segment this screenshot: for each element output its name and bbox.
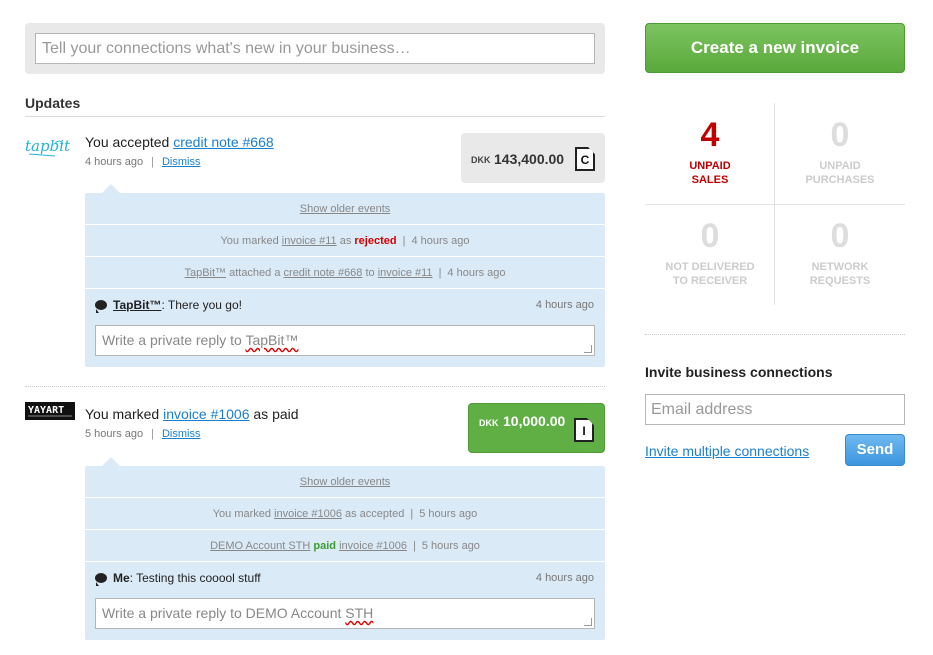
invite-multiple-link[interactable]: Invite multiple connections	[645, 443, 809, 459]
tapbit-logo: tapbit	[25, 137, 71, 157]
reply-area: Write a private reply to DEMO Account ST…	[85, 596, 605, 640]
event-thread: Show older events You marked invoice #11…	[85, 184, 605, 367]
reply-area: Write a private reply to TapBit™	[85, 323, 605, 367]
invoice-link[interactable]: invoice #1006	[339, 540, 407, 552]
update-time: 4 hours ago	[85, 156, 144, 168]
currency-label: DKK	[479, 418, 499, 428]
currency-label: DKK	[471, 155, 491, 165]
status-input[interactable]: Tell your connections what's new in your…	[35, 33, 595, 64]
update-headline: You accepted credit note #668	[85, 134, 274, 150]
update-meta: 4 hours ago | Dismiss	[85, 156, 201, 168]
invite-heading: Invite business connections	[645, 364, 833, 380]
actor-link[interactable]: DEMO Account STH	[210, 540, 310, 552]
comment-bubble-icon	[95, 300, 107, 313]
feed-column: Tell your connections what's new in your…	[25, 23, 605, 655]
comment-author[interactable]: TapBit™	[113, 298, 161, 312]
credit-note-link[interactable]: credit note #668	[284, 267, 363, 279]
amount-value: 143,400.00	[494, 151, 565, 167]
yayart-logo: YAYART	[25, 402, 75, 420]
sidebar: Create a new invoice 4 UNPAID SALES 0 UNP…	[645, 23, 905, 466]
event-row: You marked invoice #1006 as accepted | 5 h…	[85, 498, 605, 530]
update-item: tapbit You accepted credit note #668 4 h…	[25, 117, 605, 386]
dismiss-link[interactable]: Dismiss	[162, 428, 201, 440]
invoice-link[interactable]: invoice #11	[282, 235, 337, 247]
show-older-events[interactable]: Show older events	[85, 466, 605, 498]
resize-grip-icon[interactable]	[584, 345, 592, 353]
resize-grip-icon[interactable]	[584, 618, 592, 626]
comment-time: 4 hours ago	[535, 572, 594, 584]
event-row: DEMO Account STH paid invoice #1006 | 5 ho…	[85, 530, 605, 562]
update-headline: You marked invoice #1006 as paid	[85, 406, 299, 422]
stats-grid: 4 UNPAID SALES 0 UNPAID PURCHASES 0 NOT DE…	[645, 103, 905, 305]
show-older-events[interactable]: Show older events	[85, 193, 605, 225]
email-field[interactable]: Email address	[645, 394, 905, 425]
comment-time: 4 hours ago	[535, 299, 594, 311]
send-button[interactable]: Send	[845, 434, 905, 466]
invoice-doc-icon: I	[574, 418, 594, 442]
status-paid: paid	[313, 540, 337, 552]
update-item: YAYART You marked invoice #1006 as paid …	[25, 386, 605, 655]
event-thread: Show older events You marked invoice #10…	[85, 457, 605, 640]
update-time: 5 hours ago	[85, 428, 144, 440]
stat-unpaid-sales[interactable]: 4 UNPAID SALES	[645, 103, 775, 204]
amount-card[interactable]: DKK 10,000.00 I	[468, 403, 605, 453]
status-rejected: rejected	[354, 235, 397, 247]
divider	[645, 334, 905, 335]
amount-card[interactable]: DKK 143,400.00 C	[461, 133, 605, 183]
svg-text:tapbit: tapbit	[25, 137, 71, 155]
credit-note-doc-icon: C	[575, 147, 595, 171]
reply-input[interactable]: Write a private reply to DEMO Account ST…	[95, 598, 595, 629]
event-row: You marked invoice #11 as rejected | 4 hou…	[85, 225, 605, 257]
credit-note-link[interactable]: credit note #668	[173, 134, 273, 150]
comment-row: Me: Testing this cooool stuff 4 hours ag…	[85, 562, 605, 596]
actor-link[interactable]: TapBit™	[184, 267, 226, 279]
status-update-box: Tell your connections what's new in your…	[25, 23, 605, 74]
amount-value: 10,000.00	[503, 413, 566, 429]
svg-text:YAYART: YAYART	[28, 405, 64, 416]
invoice-link[interactable]: invoice #1006	[163, 406, 249, 422]
invoice-link[interactable]: invoice #1006	[274, 508, 342, 520]
comment-author: Me	[113, 571, 130, 585]
create-invoice-button[interactable]: Create a new invoice	[645, 23, 905, 73]
invoice-link[interactable]: invoice #11	[378, 267, 433, 279]
comment-row: TapBit™: There you go! 4 hours ago	[85, 289, 605, 323]
stat-not-delivered[interactable]: 0 NOT DELIVERED TO RECEIVER	[645, 204, 775, 305]
update-meta: 5 hours ago | Dismiss	[85, 428, 201, 440]
event-row: TapBit™ attached a credit note #668 to i…	[85, 257, 605, 289]
dismiss-link[interactable]: Dismiss	[162, 156, 201, 168]
updates-heading: Updates	[25, 95, 605, 117]
stat-unpaid-purchases[interactable]: 0 UNPAID PURCHASES	[775, 103, 905, 204]
stat-network-requests[interactable]: 0 NETWORK REQUESTS	[775, 204, 905, 305]
reply-input[interactable]: Write a private reply to TapBit™	[95, 325, 595, 356]
comment-bubble-icon	[95, 573, 107, 586]
